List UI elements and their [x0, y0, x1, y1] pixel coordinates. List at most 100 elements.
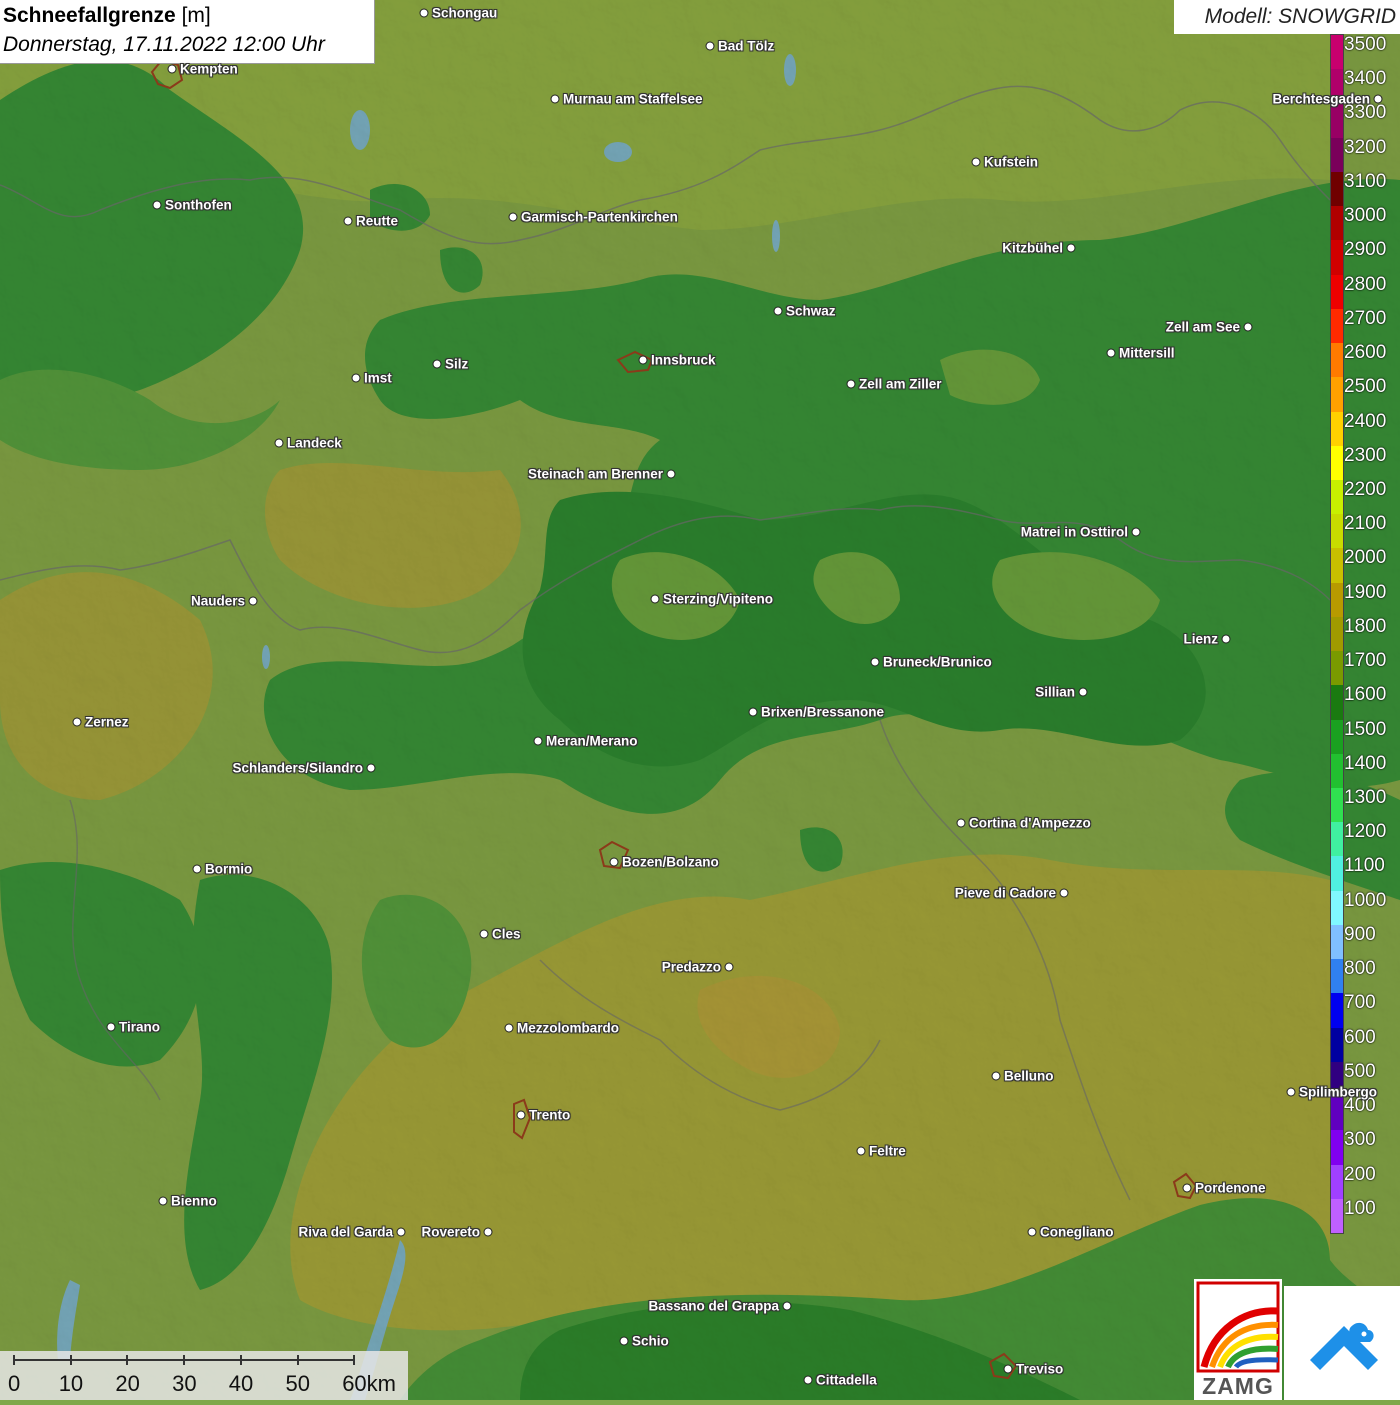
city-marker[interactable]	[508, 212, 518, 222]
legend-swatch	[1331, 616, 1343, 652]
city-marker[interactable]	[432, 359, 442, 369]
city-label: Reutte	[356, 213, 399, 229]
legend-swatch	[1331, 959, 1343, 994]
scale-tick	[183, 1355, 186, 1365]
legend-label: 700	[1344, 992, 1376, 1014]
legend-swatch	[1331, 240, 1343, 276]
legend-label: 2300	[1344, 444, 1387, 466]
city-label: Innsbruck	[651, 352, 716, 368]
city-marker[interactable]	[971, 157, 981, 167]
city-marker[interactable]	[274, 438, 284, 448]
city-marker[interactable]	[724, 962, 734, 972]
legend-swatch	[1331, 788, 1343, 823]
city-marker[interactable]	[1078, 687, 1088, 697]
legend-swatch	[1331, 1027, 1343, 1063]
city-marker[interactable]	[550, 94, 560, 104]
city-marker[interactable]	[152, 200, 162, 210]
city-marker[interactable]	[870, 657, 880, 667]
city-marker[interactable]	[351, 373, 361, 383]
city-marker[interactable]	[1243, 322, 1253, 332]
legend-label: 2500	[1344, 376, 1387, 398]
legend-label: 2800	[1344, 273, 1387, 295]
scale-tick	[13, 1355, 15, 1365]
city-marker[interactable]	[479, 929, 489, 939]
city-label: Rovereto	[421, 1224, 480, 1240]
city-label: Nauders	[190, 593, 245, 609]
legend-swatch	[1331, 1130, 1343, 1166]
legend-label: 1500	[1344, 718, 1387, 740]
legend-swatch	[1331, 411, 1343, 447]
city-marker[interactable]	[705, 41, 715, 51]
city-marker[interactable]	[396, 1227, 406, 1237]
city-marker[interactable]	[343, 216, 353, 226]
city-marker[interactable]	[782, 1301, 792, 1311]
city-marker[interactable]	[533, 736, 543, 746]
city-label: Kitzbühel	[1002, 240, 1063, 256]
legend-swatch	[1331, 548, 1343, 584]
city-label: Pieve di Cadore	[954, 885, 1056, 901]
city-marker[interactable]	[666, 469, 676, 479]
city-marker[interactable]	[650, 594, 660, 604]
city-marker[interactable]	[991, 1071, 1001, 1081]
city-marker[interactable]	[1182, 1183, 1192, 1193]
city-marker[interactable]	[504, 1023, 514, 1033]
model-box: Modell: SNOWGRID	[1174, 0, 1400, 34]
city-marker[interactable]	[1221, 634, 1231, 644]
city-marker[interactable]	[419, 8, 429, 18]
legend-label: 2700	[1344, 307, 1387, 329]
city-label: Kempten	[180, 61, 238, 77]
city-marker[interactable]	[483, 1227, 493, 1237]
city-marker[interactable]	[248, 596, 258, 606]
city-marker[interactable]	[1373, 94, 1383, 104]
legend-label: 800	[1344, 958, 1376, 980]
city-label: Conegliano	[1040, 1224, 1114, 1240]
city-marker[interactable]	[1027, 1227, 1037, 1237]
city-marker[interactable]	[803, 1375, 813, 1385]
city-marker[interactable]	[638, 355, 648, 365]
city-marker[interactable]	[609, 857, 619, 867]
city-marker[interactable]	[773, 306, 783, 316]
legend-swatch	[1331, 822, 1343, 857]
city-marker[interactable]	[956, 818, 966, 828]
city-marker[interactable]	[1131, 527, 1141, 537]
city-marker[interactable]	[1059, 888, 1069, 898]
city-marker[interactable]	[846, 379, 856, 389]
city-marker[interactable]	[366, 763, 376, 773]
zamg-logo[interactable]: ZAMG	[1194, 1279, 1282, 1400]
city-marker[interactable]	[856, 1146, 866, 1156]
city-marker[interactable]	[619, 1336, 629, 1346]
city-marker[interactable]	[1106, 348, 1116, 358]
legend-label: 500	[1344, 1060, 1376, 1082]
model-label: Modell: SNOWGRID	[1204, 5, 1396, 28]
city-label: Sonthofen	[165, 197, 232, 213]
city-marker[interactable]	[167, 64, 177, 74]
city-marker[interactable]	[192, 864, 202, 874]
snowgrid-logo[interactable]	[1284, 1286, 1400, 1400]
legend-label: 200	[1344, 1163, 1376, 1185]
map-title: Schneefallgrenze [m]	[3, 4, 211, 28]
scale-label: 40	[228, 1371, 254, 1396]
city-label: Lienz	[1183, 631, 1218, 647]
legend-swatch	[1331, 1096, 1343, 1131]
city-label: Sterzing/Vipiteno	[663, 591, 774, 607]
city-label: Belluno	[1004, 1068, 1054, 1084]
city-marker[interactable]	[1003, 1364, 1013, 1374]
map-title-box: Schneefallgrenze [m] Donnerstag, 17.11.2…	[0, 0, 375, 64]
legend-label: 1200	[1344, 821, 1387, 843]
scale-label: 30	[172, 1371, 197, 1396]
city-marker[interactable]	[106, 1022, 116, 1032]
city-marker[interactable]	[516, 1110, 526, 1120]
city-marker[interactable]	[748, 707, 758, 717]
city-marker[interactable]	[72, 717, 82, 727]
legend-swatch	[1331, 171, 1343, 207]
city-marker[interactable]	[1066, 243, 1076, 253]
legend-label: 3100	[1344, 170, 1387, 192]
city-marker[interactable]	[158, 1196, 168, 1206]
legend-swatch	[1331, 924, 1343, 960]
legend-label: 3000	[1344, 205, 1387, 227]
legend-label: 3500	[1344, 34, 1387, 55]
legend-label: 2400	[1344, 410, 1387, 432]
city-label: Kufstein	[984, 154, 1038, 170]
legend-swatch	[1331, 103, 1343, 139]
city-marker[interactable]	[1286, 1087, 1296, 1097]
